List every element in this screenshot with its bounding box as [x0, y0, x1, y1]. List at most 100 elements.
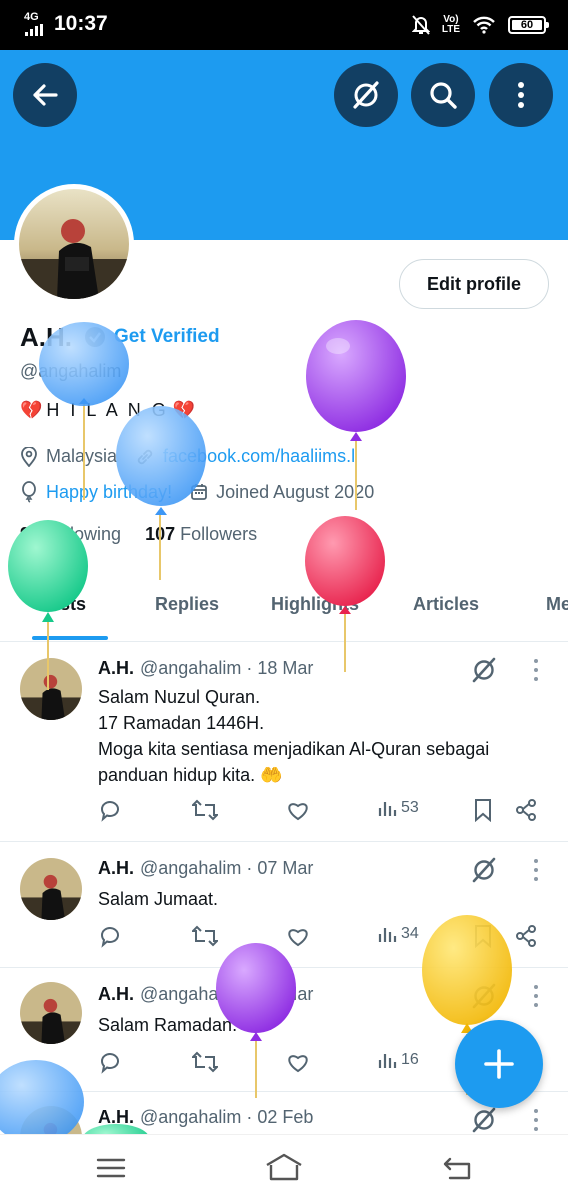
more-options-button[interactable] [489, 63, 553, 127]
profile-meta-row: Malaysia facebook.com/haaliims.l [20, 446, 373, 467]
location-pin-icon [21, 446, 37, 467]
share-icon[interactable] [514, 924, 538, 948]
post-meta: @angahalim · 07 Mar [140, 858, 314, 878]
bio-text: H I L A N G [46, 400, 169, 420]
followers-count: 107 [145, 524, 176, 544]
more-vertical-icon[interactable] [530, 858, 542, 882]
signal-icon [25, 24, 43, 36]
edit-profile-button[interactable]: Edit profile [399, 259, 549, 309]
tab-media[interactable]: Me [546, 594, 568, 615]
profile-meta-row-2: Happy birthday! Joined August 2020 [20, 481, 392, 503]
plus-icon [484, 1049, 514, 1079]
views-icon [378, 928, 397, 942]
balloon-icon [22, 481, 36, 503]
verified-badge-icon [85, 327, 105, 347]
post-avatar[interactable] [20, 1106, 82, 1134]
birthday-text[interactable]: Happy birthday! [46, 482, 172, 503]
post-meta: @angahalim · 18 Mar [140, 658, 314, 678]
reply-icon[interactable] [98, 924, 122, 948]
post-header: A.H. @angahalim · 18 Mar [98, 658, 313, 679]
grok-icon[interactable] [470, 982, 498, 1010]
broken-heart-icon: 💔 [20, 400, 43, 420]
tab-replies[interactable]: Replies [155, 594, 219, 615]
search-icon [430, 82, 457, 109]
website-link[interactable]: facebook.com/haaliims.l [163, 446, 355, 467]
more-vertical-icon [518, 82, 524, 108]
back-icon[interactable] [442, 1155, 472, 1181]
repost-icon[interactable] [192, 1050, 218, 1074]
followers-link[interactable]: 107 Followers [145, 524, 257, 545]
views-count: 34 [401, 925, 419, 942]
profile-name: A.H. [20, 322, 72, 352]
repost-icon[interactable] [192, 798, 218, 822]
grok-icon[interactable] [470, 856, 498, 884]
post-avatar[interactable] [20, 658, 82, 720]
tab-highlights[interactable]: Highlights [271, 594, 359, 615]
post-author-name[interactable]: A.H. [98, 1107, 134, 1127]
arrow-left-icon [33, 84, 58, 106]
battery-icon: 60 [508, 16, 549, 34]
calendar-icon [191, 484, 207, 500]
grok-icon[interactable] [470, 1106, 498, 1134]
follow-stats: 99 Following 107 Followers [20, 524, 257, 545]
home-icon[interactable] [265, 1153, 303, 1181]
more-vertical-icon[interactable] [530, 658, 542, 682]
followers-label: Followers [180, 524, 258, 544]
post-author-name[interactable]: A.H. [98, 658, 134, 678]
grok-icon[interactable] [470, 656, 498, 684]
post-author-name[interactable]: A.H. [98, 858, 134, 878]
views-icon [378, 1054, 397, 1068]
share-icon[interactable] [514, 798, 538, 822]
profile-location: Malaysia [46, 446, 118, 466]
profile-bio: 💔 H I L A N G 💔 [20, 400, 195, 421]
post-text: Salam Nuzul Quran. 17 Ramadan 1446H. Mog… [98, 687, 490, 785]
profile-handle: @angahalim [20, 361, 122, 381]
post-header: A.H. @angahalim · 02 Feb [98, 1107, 313, 1128]
post-item[interactable]: A.H. @angahalim · 18 Mar Salam Nuzul Qura… [0, 642, 568, 842]
compose-post-button[interactable] [455, 1020, 543, 1108]
bookmark-icon[interactable] [472, 798, 494, 822]
more-vertical-icon[interactable] [530, 1108, 542, 1132]
get-verified-link[interactable]: Get Verified [84, 326, 220, 348]
menu-icon[interactable] [96, 1157, 126, 1179]
post-header: A.H. @angahalim · 07 Mar [98, 858, 313, 879]
post-item[interactable]: A.H. @angahalim · 07 Mar Salam Jumaat. 34 [0, 842, 568, 968]
following-link[interactable]: 99 Following [20, 524, 121, 545]
profile-avatar[interactable] [14, 184, 134, 304]
views-icon [378, 802, 397, 816]
like-icon[interactable] [286, 798, 310, 822]
balloon [306, 320, 406, 432]
like-icon[interactable] [286, 924, 310, 948]
tab-posts[interactable]: Posts [37, 594, 86, 615]
like-icon[interactable] [286, 1050, 310, 1074]
post-actions: 34 [98, 924, 548, 954]
views-stat[interactable]: 53 [378, 798, 419, 818]
repost-icon[interactable] [192, 924, 218, 948]
views-count: 53 [401, 799, 419, 816]
reply-icon[interactable] [98, 798, 122, 822]
views-stat[interactable]: 34 [378, 924, 419, 944]
post-actions: 53 [98, 798, 548, 828]
system-navigation-bar [0, 1134, 568, 1200]
broken-heart-icon: 💔 [172, 400, 196, 420]
grok-button[interactable] [334, 63, 398, 127]
back-button[interactable] [13, 63, 77, 127]
post-avatar[interactable] [20, 858, 82, 920]
tab-articles[interactable]: Articles [413, 594, 479, 615]
link-icon [137, 449, 153, 464]
volte-indicator: Vo) LTE [441, 14, 460, 35]
search-button[interactable] [411, 63, 475, 127]
profile-website[interactable]: facebook.com/haaliims.l [135, 446, 355, 467]
reply-icon[interactable] [98, 1050, 122, 1074]
post-header: A.H. @angahalim · 02 Mar [98, 984, 313, 1005]
profile-tabs: Posts Replies Highlights Articles Me [0, 580, 568, 642]
views-stat[interactable]: 16 [378, 1050, 419, 1070]
bookmark-icon[interactable] [472, 924, 494, 948]
post-author-name[interactable]: A.H. [98, 984, 134, 1004]
following-count: 99 [20, 524, 41, 544]
post-avatar[interactable] [20, 982, 82, 1044]
post-text: Salam Jumaat. [98, 889, 219, 909]
active-tab-indicator [32, 636, 108, 640]
more-vertical-icon[interactable] [530, 984, 542, 1008]
views-count: 16 [401, 1051, 419, 1068]
